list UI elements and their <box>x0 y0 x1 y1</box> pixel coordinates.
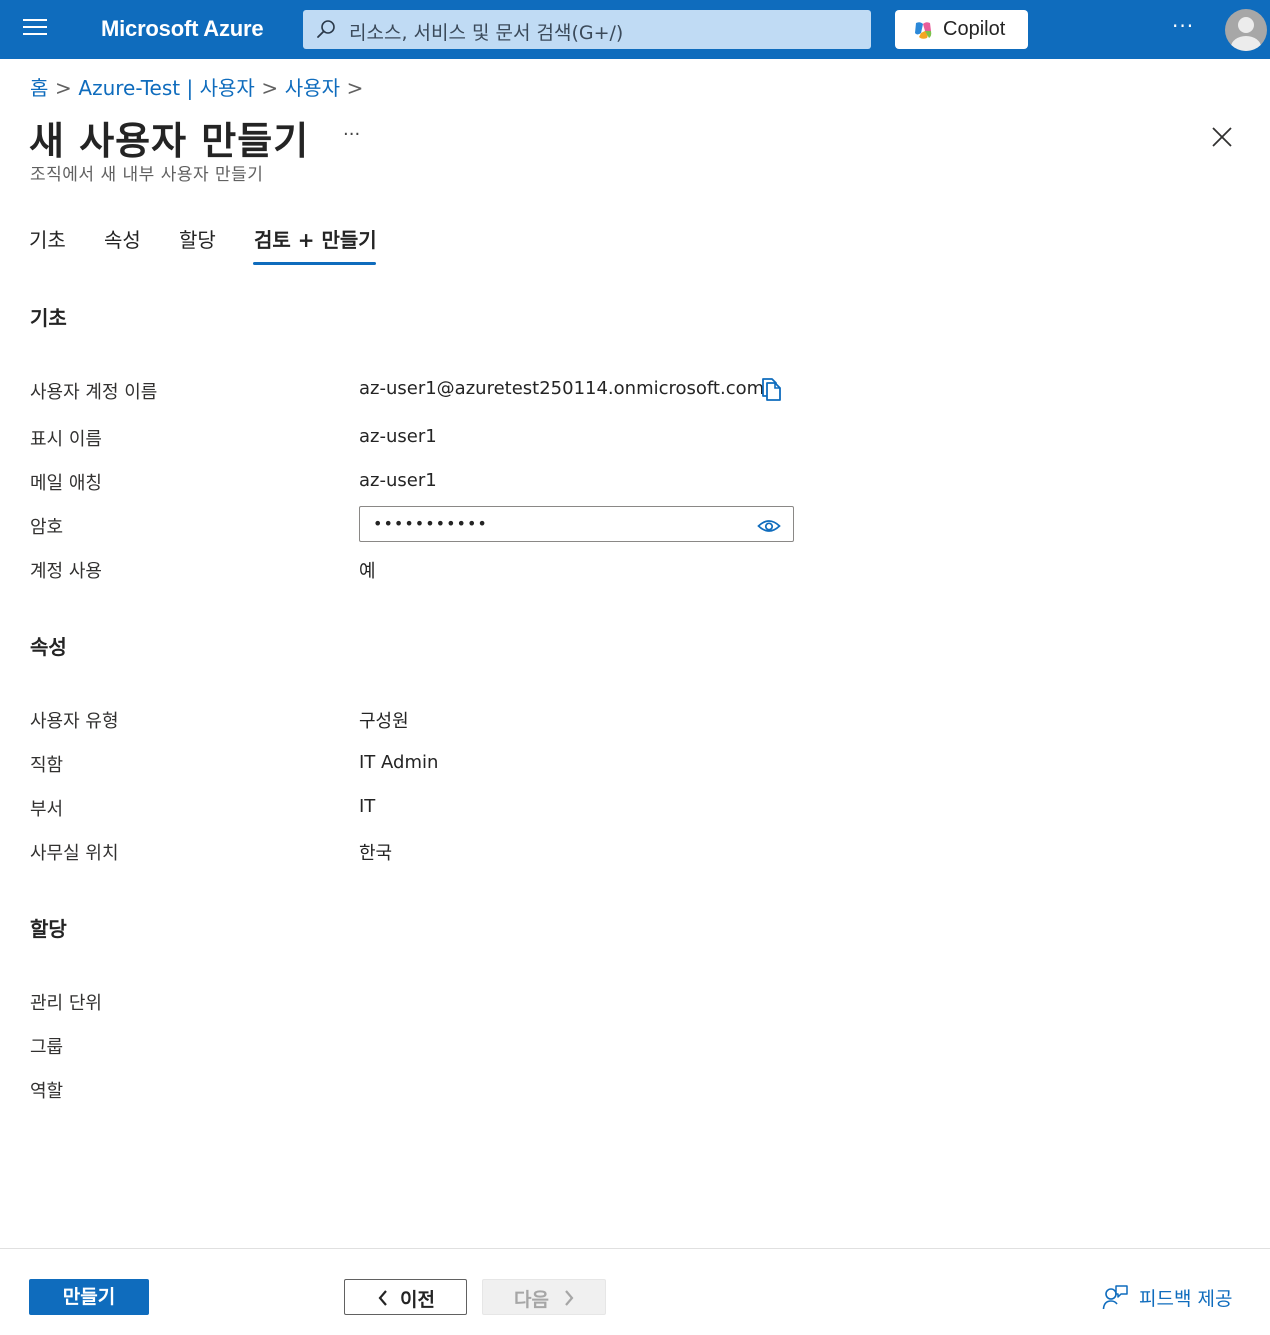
chevron-left-icon <box>378 1290 387 1306</box>
tab-assignments[interactable]: 할당 <box>179 224 216 253</box>
copilot-label: Copilot <box>943 18 1006 40</box>
section-title-properties: 속성 <box>30 635 67 659</box>
password-field[interactable]: ••••••••••• <box>359 506 794 542</box>
close-icon[interactable] <box>1208 123 1236 151</box>
top-bar: Microsoft Azure 리소스, 서비스 및 문서 검색(G+/) Co… <box>0 0 1270 59</box>
copilot-button[interactable]: Copilot <box>895 10 1028 49</box>
department-value: IT <box>359 796 376 817</box>
password-value: ••••••••••• <box>373 514 488 533</box>
menu-icon[interactable] <box>23 19 47 39</box>
account-enabled-value: 예 <box>359 561 376 582</box>
user-type-value: 구성원 <box>359 711 409 732</box>
search-icon <box>317 20 335 38</box>
breadcrumb-separator: > <box>346 76 364 100</box>
feedback-icon <box>1102 1285 1128 1310</box>
tab-properties[interactable]: 속성 <box>104 224 141 253</box>
avatar[interactable] <box>1225 9 1267 51</box>
password-label: 암호 <box>30 517 64 538</box>
office-location-value: 한국 <box>359 843 393 864</box>
roles-label: 역할 <box>30 1081 64 1102</box>
breadcrumb-separator: > <box>261 76 279 100</box>
copilot-icon <box>915 22 932 39</box>
user-icon <box>1231 17 1261 51</box>
upn-label: 사용자 계정 이름 <box>30 382 158 403</box>
more-icon[interactable]: ··· <box>1172 14 1194 38</box>
more-options-icon[interactable]: ··· <box>343 124 360 145</box>
groups-label: 그룹 <box>30 1037 64 1058</box>
section-title-basics: 기초 <box>30 306 67 330</box>
next-button: 다음 <box>482 1279 606 1315</box>
active-tab-indicator <box>253 262 376 265</box>
search-placeholder: 리소스, 서비스 및 문서 검색(G+/) <box>349 22 624 44</box>
display-name-label: 표시 이름 <box>30 429 102 450</box>
user-type-label: 사용자 유형 <box>30 711 119 732</box>
brand-title[interactable]: Microsoft Azure <box>101 16 264 42</box>
breadcrumb: 홈 > Azure-Test | 사용자 > 사용자 > <box>30 72 370 101</box>
office-location-label: 사무실 위치 <box>30 843 119 864</box>
breadcrumb-home[interactable]: 홈 <box>30 76 48 100</box>
mail-nickname-label: 메일 애칭 <box>30 473 102 494</box>
section-title-assignments: 할당 <box>30 917 67 941</box>
tab-review-create[interactable]: 검토 + 만들기 <box>254 224 377 253</box>
chevron-right-icon <box>565 1290 574 1306</box>
department-label: 부서 <box>30 799 64 820</box>
previous-button[interactable]: 이전 <box>344 1279 467 1315</box>
page-subtitle: 조직에서 새 내부 사용자 만들기 <box>30 165 264 185</box>
breadcrumb-users[interactable]: 사용자 <box>285 76 340 100</box>
upn-value: az-user1@azuretest250114.onmicrosoft.com <box>359 378 765 399</box>
mail-nickname-value: az-user1 <box>359 470 437 491</box>
breadcrumb-azure-test-users[interactable]: Azure-Test | 사용자 <box>78 76 254 100</box>
copy-icon[interactable] <box>759 376 783 402</box>
feedback-label: 피드백 제공 <box>1139 1288 1233 1310</box>
tab-basics[interactable]: 기초 <box>29 224 66 253</box>
create-button[interactable]: 만들기 <box>29 1279 149 1315</box>
job-title-label: 직함 <box>30 755 64 776</box>
eye-icon[interactable] <box>757 518 781 534</box>
account-enabled-label: 계정 사용 <box>30 561 102 582</box>
breadcrumb-separator: > <box>55 76 72 100</box>
footer-divider <box>0 1248 1270 1249</box>
next-label: 다음 <box>514 1289 549 1311</box>
previous-label: 이전 <box>400 1289 435 1311</box>
admin-units-label: 관리 단위 <box>30 993 102 1014</box>
page-title: 새 사용자 만들기 <box>29 119 310 163</box>
job-title-value: IT Admin <box>359 752 439 773</box>
display-name-value: az-user1 <box>359 426 437 447</box>
search-input[interactable]: 리소스, 서비스 및 문서 검색(G+/) <box>303 10 871 49</box>
